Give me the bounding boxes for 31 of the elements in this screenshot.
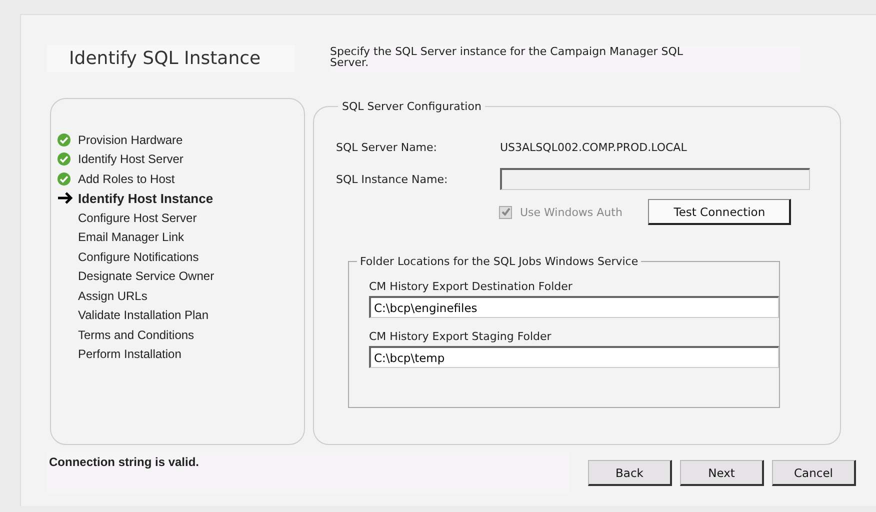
field-label: CM History Export Destination Folder — [369, 280, 574, 293]
wizard-button[interactable]: Cancel — [772, 460, 856, 486]
arrow-icon — [57, 191, 75, 206]
step-label: Configure Notifications — [78, 250, 199, 264]
field-label: SQL Server Name: — [336, 140, 438, 154]
group-legend: Folder Locations for the SQL Jobs Windows Service — [357, 255, 642, 268]
folder-path-field[interactable]: C:\bcp\enginefiles — [369, 296, 779, 318]
step-label: Provision Hardware — [78, 132, 183, 147]
checkmark-icon — [57, 132, 71, 147]
step-label: Configure Host Server — [78, 210, 197, 225]
step-label: Email Manager Link — [78, 230, 184, 244]
step-label: Designate Service Owner — [78, 269, 214, 284]
group-legend: SQL Server Configuration — [338, 100, 486, 113]
page-title: Identify SQL Instance — [47, 45, 295, 72]
step-label: Perform Installation — [78, 347, 182, 362]
field-label: CM History Export Staging Folder — [369, 330, 552, 343]
wizard-button[interactable]: Next — [680, 460, 764, 486]
step-label: Assign URLs — [78, 288, 148, 303]
step-label: Terms and Conditions — [78, 328, 194, 342]
folder-path-field[interactable]: C:\bcp\temp — [369, 346, 779, 368]
server-name-value: US3ALSQL002.COMP.PROD.LOCAL — [500, 140, 687, 154]
field-label: SQL Instance Name: — [336, 172, 449, 186]
wizard-button[interactable]: Back — [588, 460, 672, 486]
checkmark-icon — [57, 152, 71, 166]
test-connection-button[interactable]: Test Connection — [648, 199, 792, 225]
checkmark-icon — [57, 172, 71, 186]
step-label: Identify Host Server — [78, 152, 184, 166]
step-label: Identify Host Instance — [78, 190, 214, 206]
instance-name-field[interactable] — [500, 168, 810, 190]
step-label: Validate Installation Plan — [78, 308, 209, 322]
step-label: Add Roles to Host — [78, 172, 175, 186]
